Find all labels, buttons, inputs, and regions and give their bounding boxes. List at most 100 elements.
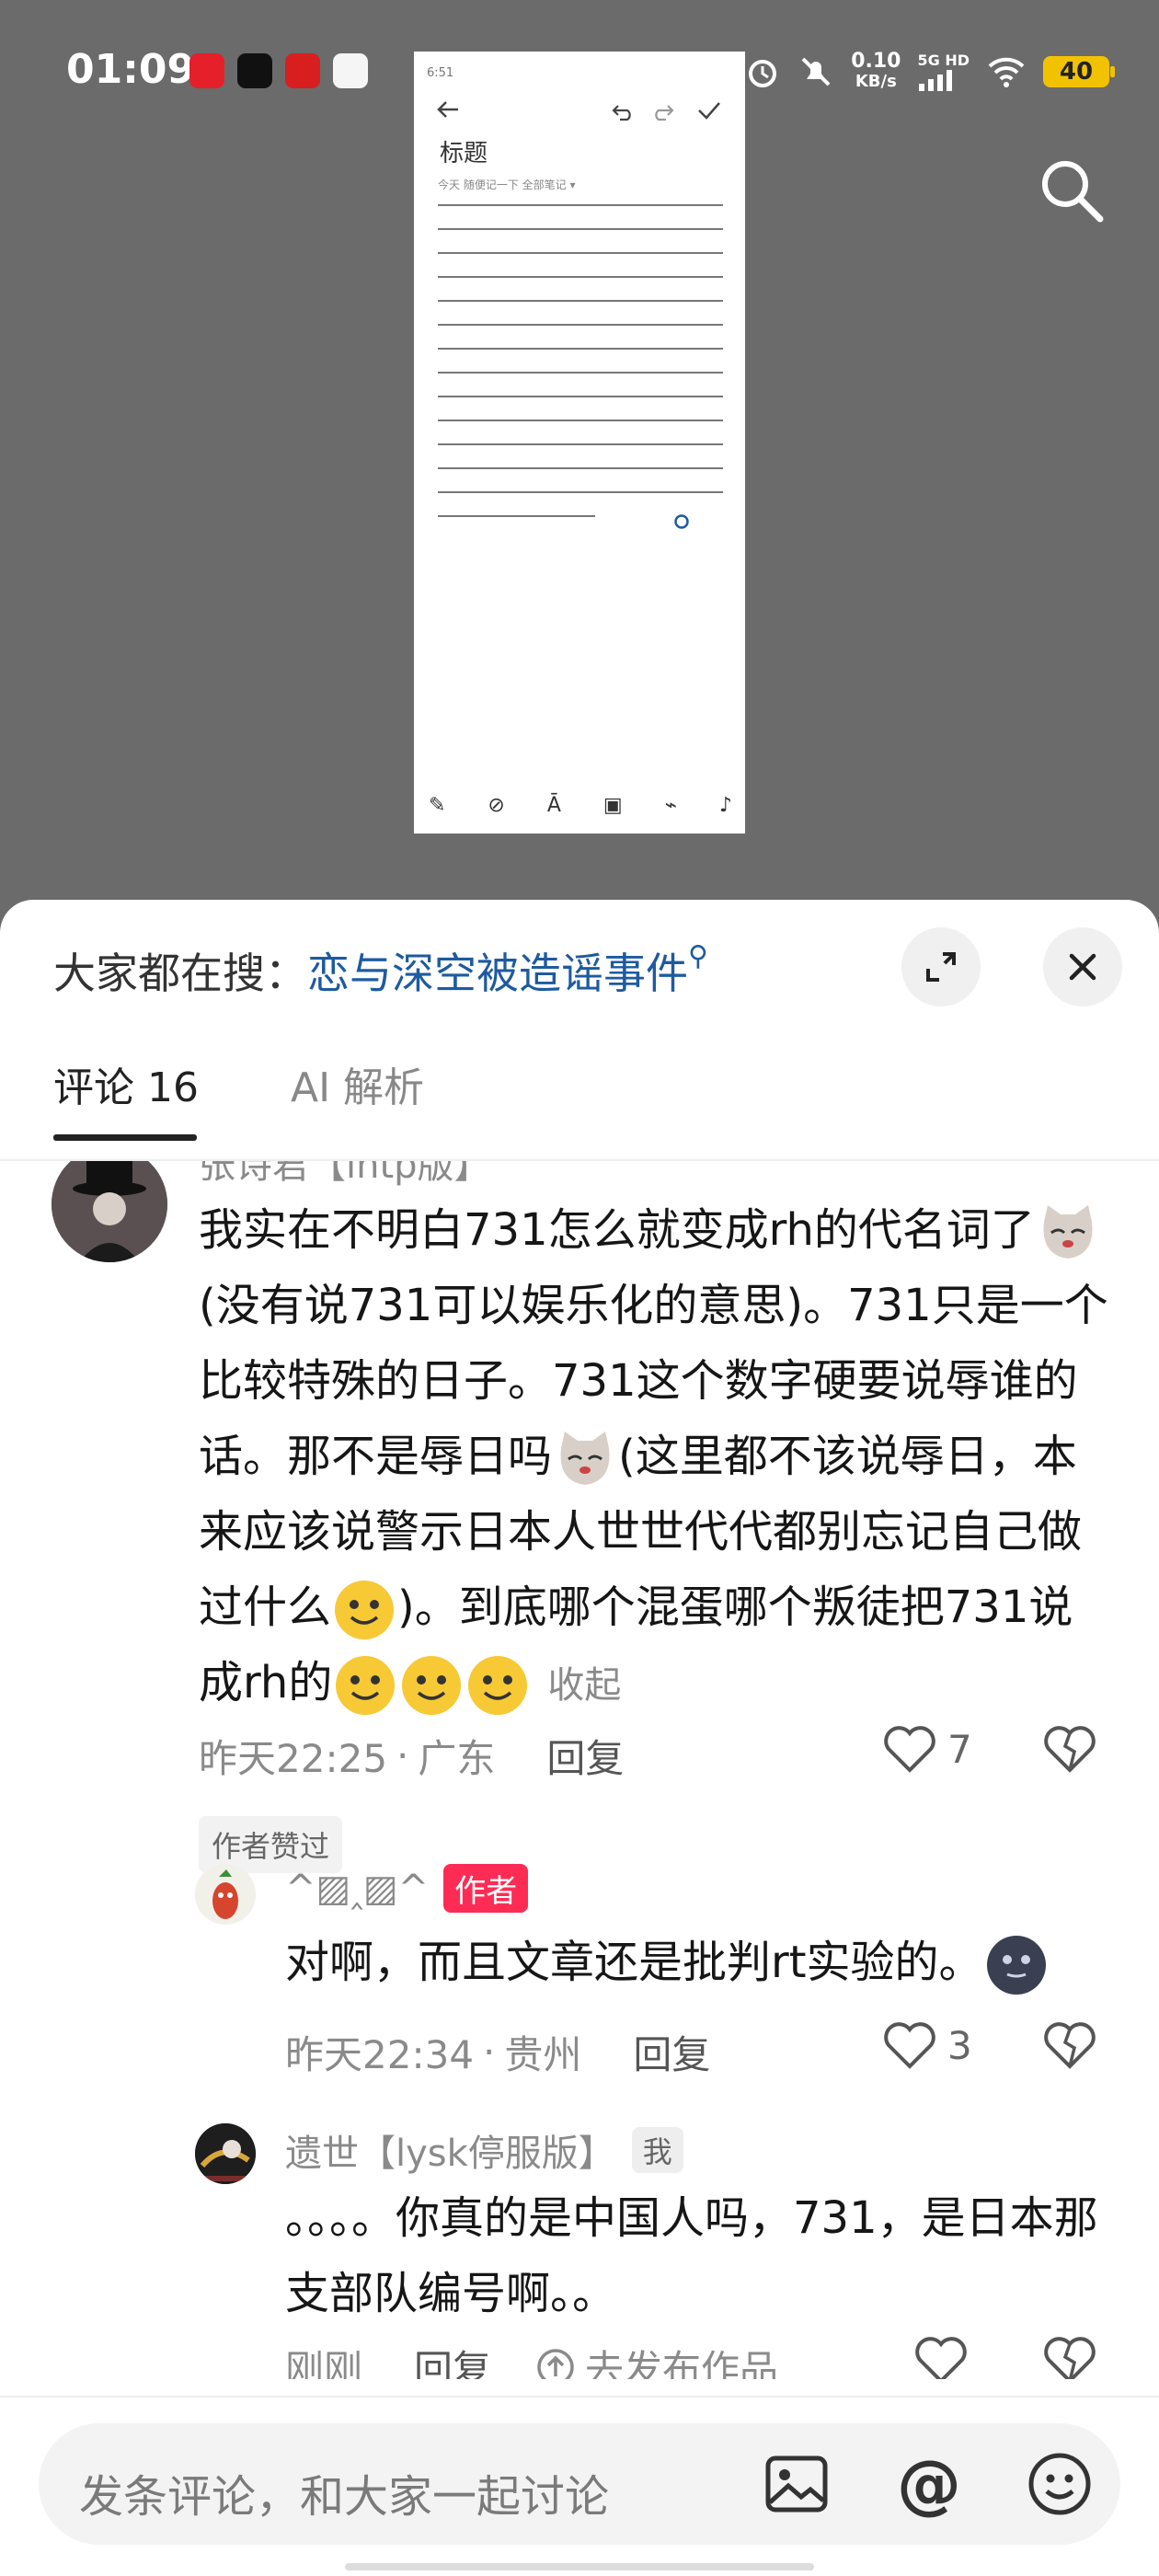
netease-music-icon — [189, 53, 224, 88]
mic-icon: ♪ — [718, 794, 732, 817]
dislike-icon[interactable] — [1043, 1724, 1096, 1774]
comment-list[interactable]: 张诗君【lntp版】 我实在不明白731怎么就变成rh的代名词了(没有说731可… — [0, 1161, 1159, 2379]
smile-emoji-icon — [398, 1652, 465, 1719]
emoji-icon — [1028, 2453, 1091, 2515]
upload-circle-icon — [537, 2348, 574, 2379]
tiktok-icon — [237, 53, 272, 88]
trending-label: 大家都在搜： — [53, 949, 307, 998]
preview-text-line — [438, 443, 723, 445]
trending-topic-link[interactable]: 恋与深空被造谣事件 — [307, 949, 688, 998]
small-search-icon: ⚲ — [688, 940, 708, 972]
comment-input-bar: 发条评论，和大家一起讨论 @ — [0, 2396, 1159, 2576]
preview-status-time: 6:51 — [427, 66, 454, 80]
checkbox-icon: ⊘ — [488, 794, 505, 817]
signal-icon — [919, 70, 953, 91]
tab-comments[interactable]: 评论 16 — [53, 1054, 199, 1141]
comment-text: 。。。。你真的是中国人吗，731，是日本那支部队编号啊。。 — [285, 2192, 1098, 2319]
preview-handwritten-text — [438, 204, 723, 539]
mention-button[interactable]: @ — [890, 2445, 968, 2523]
like-button[interactable]: 3 — [883, 2020, 972, 2070]
note-screenshot-preview[interactable]: 6:51 标题 今天 随便记一下 全部笔记 ▾ ✎ ⊘ Ā ▣ ⌁ ♪ — [414, 52, 745, 834]
preview-text-line — [438, 467, 723, 469]
comment-meta: 昨天22:25 · 广东 回复 — [199, 1728, 624, 1784]
me-badge: 我 — [631, 2127, 683, 2173]
cursor-handle-icon — [674, 514, 689, 529]
image-picker-button[interactable] — [758, 2445, 835, 2523]
preview-text-line — [438, 252, 723, 254]
image-icon: ▣ — [602, 794, 623, 817]
net-speed: 0.10 KB/s — [851, 50, 901, 92]
search-icon[interactable] — [1034, 153, 1109, 228]
comment-input-placeholder: 发条评论，和大家一起讨论 — [79, 2471, 610, 2523]
network-type: 5G HD — [917, 52, 970, 69]
mute-icon — [801, 57, 831, 86]
pen-icon: ✎ — [429, 794, 446, 817]
expand-icon — [926, 952, 956, 982]
collapse-link[interactable]: 收起 — [547, 1664, 621, 1707]
like-button[interactable]: 7 — [883, 1724, 972, 1774]
comment-time: 昨天22:25 — [199, 1736, 388, 1781]
attach-icon: ⌁ — [664, 794, 677, 817]
reply-button[interactable]: 回复 — [546, 1728, 624, 1784]
comment-time: 昨天22:34 — [285, 2032, 475, 2077]
preview-text-line — [438, 324, 723, 326]
avatar[interactable] — [195, 1864, 256, 1925]
comment-input[interactable]: 发条评论，和大家一起讨论 @ — [39, 2423, 1120, 2545]
map-app-icon — [333, 53, 368, 88]
avatar[interactable] — [195, 2123, 256, 2184]
comment-time: 刚刚 — [285, 2347, 363, 2379]
preview-text-line — [438, 372, 723, 374]
close-button[interactable] — [1043, 927, 1122, 1006]
comment-meta: 昨天22:34 · 贵州 回复 — [285, 2024, 710, 2080]
avatar-image — [52, 1161, 167, 1262]
comment-username-row[interactable]: ^▨‸▨^ 作者 — [285, 1864, 529, 1913]
undo-redo-check-icons — [612, 102, 720, 121]
trending-search-bar[interactable]: 大家都在搜：恋与深空被造谣事件⚲ — [53, 940, 708, 1001]
tab-ai-analysis[interactable]: AI 解析 — [291, 1054, 424, 1128]
smile-emoji-icon — [332, 1652, 398, 1719]
preview-note-meta: 今天 随便记一下 全部笔记 ▾ — [438, 178, 576, 191]
preview-text-line — [438, 204, 723, 206]
preview-note-title: 标题 — [440, 140, 488, 167]
anime-app-icon — [285, 53, 320, 88]
heart-icon[interactable] — [914, 2335, 968, 2379]
cat-emoji-icon — [552, 1426, 618, 1492]
home-indicator — [345, 2563, 814, 2570]
preview-text-line — [438, 396, 723, 397]
comment-location: 贵州 — [504, 2032, 582, 2077]
dislike-icon[interactable] — [1043, 2020, 1096, 2070]
comment-username-row[interactable]: 遗世【lysk停服版】 我 — [285, 2123, 683, 2177]
avatar[interactable] — [52, 1161, 167, 1262]
reply-button[interactable]: 回复 — [414, 2339, 491, 2379]
author-badge: 作者 — [443, 1864, 529, 1913]
comment-username: 遗世【lysk停服版】 — [285, 2133, 615, 2175]
dislike-icon[interactable] — [1043, 2335, 1096, 2379]
preview-text-line — [438, 420, 723, 421]
comment-tabs: 评论 16 AI 解析 — [53, 1054, 424, 1141]
at-icon: @ — [897, 2446, 961, 2522]
avatar-image — [195, 2123, 256, 2184]
like-count: 7 — [947, 1726, 972, 1772]
clock: 01:09 — [66, 46, 196, 93]
comment-username: ^▨‸▨^ — [285, 1867, 430, 1910]
alarm-icon — [749, 60, 777, 87]
reply-button[interactable]: 回复 — [633, 2024, 710, 2080]
cat-emoji-icon — [1035, 1200, 1101, 1266]
smile-emoji-icon — [331, 1577, 397, 1643]
comment-username[interactable]: 张诗君【lntp版】 — [199, 1161, 491, 1189]
heart-icon — [884, 2022, 935, 2069]
back-arrow-icon — [437, 101, 458, 118]
smile-emoji-icon — [465, 1652, 531, 1719]
preview-text-line — [438, 515, 595, 517]
preview-toolbar: ✎ ⊘ Ā ▣ ⌁ ♪ — [429, 794, 732, 817]
heart-icon — [884, 1726, 935, 1773]
comments-sheet: 大家都在搜：恋与深空被造谣事件⚲ 评论 16 AI 解析 张诗君【lntp版】 — [0, 900, 1159, 2576]
publish-work-button[interactable]: 去发布作品 — [535, 2339, 778, 2379]
wifi-icon — [988, 57, 1025, 87]
expand-button[interactable] — [901, 927, 981, 1006]
text-format-icon: Ā — [546, 794, 561, 817]
status-right: 0.10 KB/s 5G HD 40 — [744, 46, 1115, 98]
emoji-button[interactable] — [1021, 2445, 1098, 2523]
image-icon — [765, 2455, 828, 2513]
comment-location: 广东 — [418, 1736, 496, 1781]
